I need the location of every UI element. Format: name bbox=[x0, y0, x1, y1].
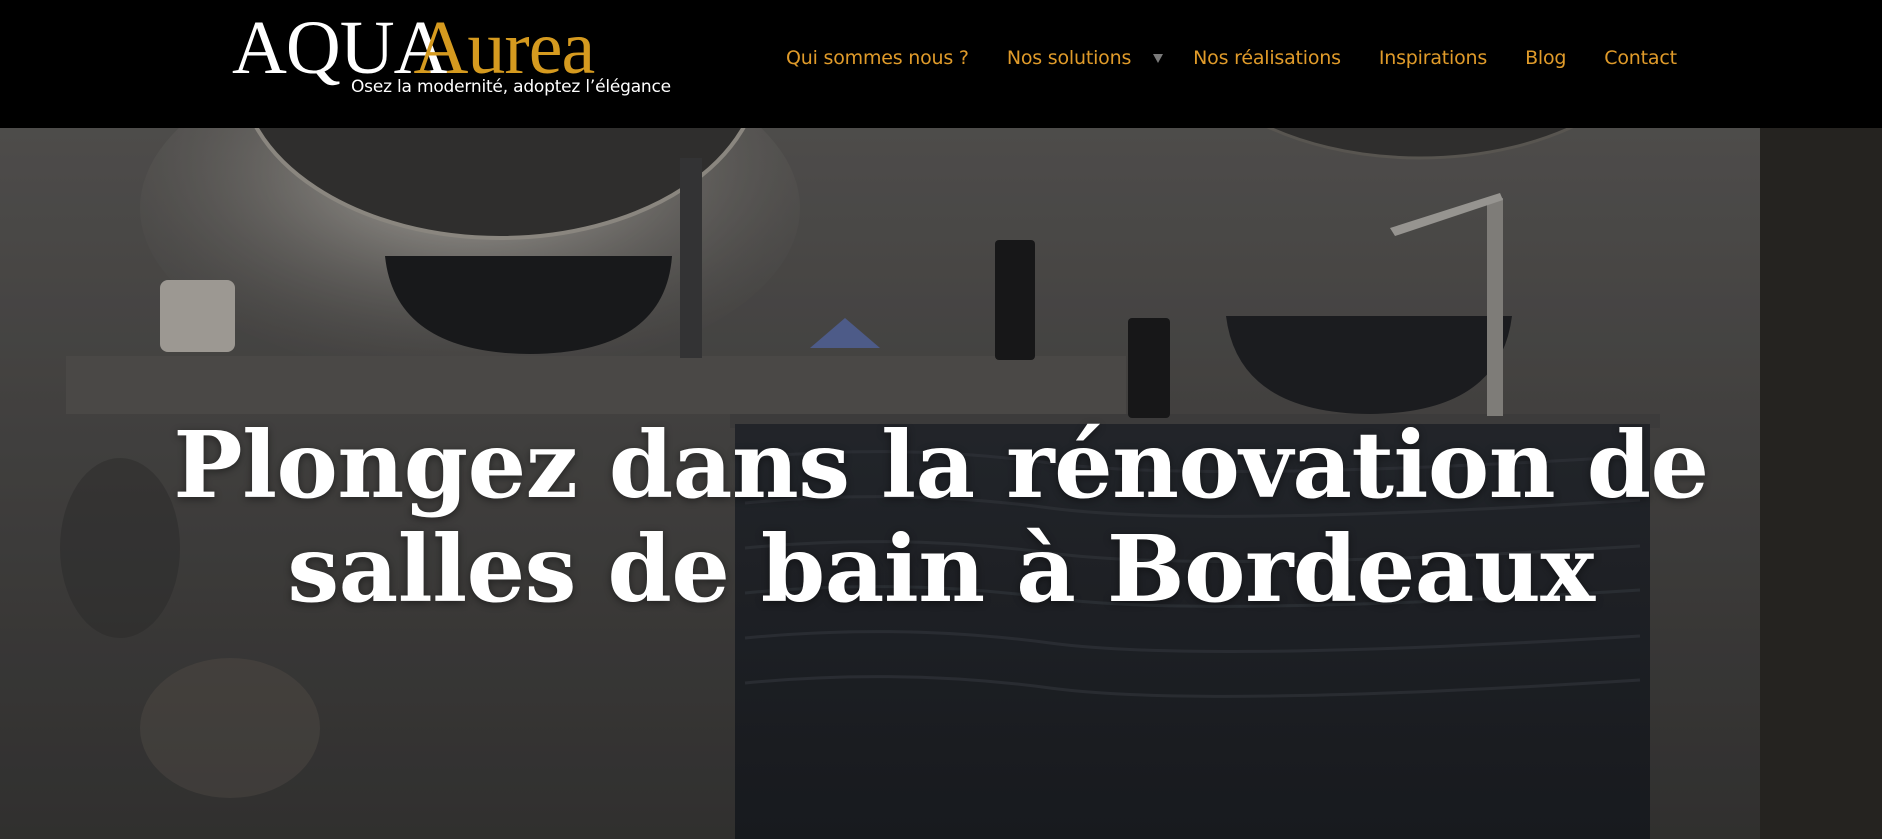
brand-logo[interactable]: AQUAAurea Osez la modernité, adoptez l’é… bbox=[232, 8, 672, 104]
nav-label: Contact bbox=[1604, 47, 1677, 69]
nav-label: Qui sommes nous ? bbox=[786, 47, 969, 69]
nav-label: Blog bbox=[1525, 47, 1567, 69]
nav-label: Nos réalisations bbox=[1193, 47, 1341, 69]
hero-title-line-1: Plongez dans la rénovation de bbox=[173, 411, 1709, 519]
logo-tagline: Osez la modernité, adoptez l’élégance bbox=[351, 77, 671, 97]
site-header: AQUAAurea Osez la modernité, adoptez l’é… bbox=[0, 0, 1882, 128]
logo-wordmark: AQUAAurea bbox=[232, 8, 595, 88]
nav-item-inspirations[interactable]: Inspirations bbox=[1379, 47, 1487, 69]
hero-title: Plongez dans la rénovation de salles de … bbox=[0, 413, 1882, 621]
main-nav: Qui sommes nous ? Nos solutions Nos réal… bbox=[786, 40, 1677, 76]
hero-title-line-2: salles de bain à Bordeaux bbox=[287, 515, 1595, 623]
caret-down-icon[interactable] bbox=[1153, 53, 1164, 63]
nav-item-qui-sommes-nous[interactable]: Qui sommes nous ? bbox=[786, 47, 969, 69]
nav-label: Inspirations bbox=[1378, 47, 1488, 69]
nav-label: Nos solutions bbox=[1006, 47, 1132, 69]
nav-item-nos-solutions[interactable]: Nos solutions bbox=[1006, 47, 1164, 69]
hero-banner: Plongez dans la rénovation de salles de … bbox=[0, 128, 1882, 839]
nav-item-blog[interactable]: Blog bbox=[1525, 47, 1566, 69]
nav-item-contact[interactable]: Contact bbox=[1604, 47, 1677, 69]
nav-item-nos-realisations[interactable]: Nos réalisations bbox=[1193, 47, 1341, 69]
